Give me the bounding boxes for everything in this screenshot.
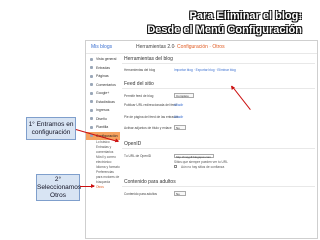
callout-step-2-line1: Seleccionamos [37, 184, 82, 192]
comments-icon [90, 83, 93, 87]
sidebar-item-label: Comentarios [96, 82, 116, 87]
sidebar-item-label: Páginas [96, 74, 109, 78]
pages-icon [90, 74, 93, 78]
openid-note-text: Aún no hay sitios de confianza [181, 165, 225, 169]
sidebar-item-diseno[interactable]: Diseño [86, 115, 120, 124]
callout-step-1: 1° Entramos en configuración [26, 117, 76, 140]
sidebar-item-label: Diseño [96, 116, 107, 121]
trusted-site-checkbox[interactable] [174, 165, 177, 168]
feed-select[interactable]: Completo [174, 93, 194, 98]
row-openid: Tu URL de OpenID [124, 154, 315, 158]
slide-title-line1: Para Eliminar el blog: [189, 10, 302, 22]
attachments-select[interactable]: No [174, 125, 186, 130]
sidebar-item-label: Ingresos [96, 108, 110, 112]
row-adult: Contenido para adultos No [124, 191, 315, 196]
sidebar-item-label: Entradas [96, 65, 111, 70]
row-label: Herramientas del blog [124, 68, 156, 72]
sidebar-item-label: Google+ [96, 91, 110, 95]
arrow-step-2 [80, 184, 95, 188]
row-feed: Permitir feed de blog Completo [124, 93, 315, 98]
overview-icon [90, 57, 93, 61]
row-label: Permitir feed de blog [124, 94, 154, 98]
earnings-icon [90, 108, 93, 112]
sidebar-item-label: Plantilla [96, 125, 109, 129]
blog-tools-links[interactable]: Importar blog · Exportar blog · Eliminar… [174, 68, 236, 72]
row-blog-tools: Herramientas del blog Importar blog · Ex… [124, 68, 315, 72]
blogger-header: Mis blogs Herramientas 2.0 · Configuraci… [86, 41, 317, 54]
sidebar-item-ingresos[interactable]: Ingresos [86, 106, 120, 115]
row-attachments: Activar adjuntos de título y enlace No [124, 125, 315, 130]
blogger-settings-screenshot: Mis blogs Herramientas 2.0 · Configuraci… [85, 40, 318, 239]
openid-note-text: Sitios que siempre pueden ver tu URL [174, 160, 228, 164]
sidebar-item-estadisticas[interactable]: Estadísticas [86, 98, 120, 107]
feed-redirect-add-link[interactable]: Añadir [174, 103, 183, 107]
section-herramientas: Herramientas del blog [122, 55, 315, 64]
callout-step-2: 2° Seleccionamos Otros [36, 174, 82, 201]
layout-icon [90, 117, 93, 121]
sidebar-item-vista-general[interactable]: Vista general [86, 55, 120, 64]
sidebar-item-entradas[interactable]: Entradas [86, 64, 120, 73]
row-label: Activar adjuntos de título y enlace [124, 126, 172, 130]
section-adult: Contenido para adultos [122, 178, 315, 187]
row-label: Publicar URL redireccionada del feed [124, 103, 177, 107]
sidebar-subitem-entradas-comentarios[interactable]: Entradas y comentarios [86, 145, 120, 155]
callout-step-2-line2: Otros [50, 192, 66, 200]
section-feed: Feed del sitio [122, 80, 315, 89]
row-feed-redirect: Publicar URL redireccionada del feed Aña… [124, 103, 315, 107]
section-openid: OpenID [122, 140, 315, 149]
slide-title-line2: Desde el Menú Configuración [147, 24, 302, 36]
template-icon [90, 125, 93, 129]
stats-icon [90, 100, 93, 104]
sidebar-item-google-plus[interactable]: Google+ [86, 89, 120, 98]
openid-url-field[interactable]: http://mayplf.blogspot.com [174, 154, 214, 159]
feed-footer-add-link[interactable]: Añadir [174, 115, 183, 119]
breadcrumb: · Configuración · Otros [174, 44, 225, 50]
posts-icon [90, 66, 93, 70]
sidebar-subitem-busqueda[interactable]: Preferencias para motores de búsqueda [86, 170, 120, 185]
row-label: Tu URL de OpenID [124, 154, 152, 158]
settings-main: Herramientas del blog Herramientas del b… [122, 55, 315, 238]
row-label: Contenido para adultos [124, 192, 157, 196]
sidebar-subitem-movil-correo[interactable]: Móvil y correo electrónico [86, 155, 120, 165]
callout-step-2-number: 2° [54, 176, 62, 183]
sidebar-item-comentarios[interactable]: Comentarios [86, 81, 120, 90]
row-label: Pie de página del feed de las entradas [124, 115, 179, 119]
row-feed-footer: Pie de página del feed de las entradas A… [124, 115, 315, 119]
sidebar-item-paginas[interactable]: Páginas [86, 72, 120, 81]
adult-content-select[interactable]: No [174, 191, 186, 196]
sidebar-item-label: Vista general [96, 57, 117, 61]
sidebar-item-label: Estadísticas [96, 99, 115, 104]
my-blogs-link[interactable]: Mis blogs [91, 44, 112, 50]
google-plus-icon [90, 91, 93, 95]
sidebar: Vista general Entradas Páginas Comentari… [86, 55, 120, 238]
blog-name: Herramientas 2.0 [136, 44, 175, 50]
sidebar-item-plantilla[interactable]: Plantilla [86, 123, 120, 132]
